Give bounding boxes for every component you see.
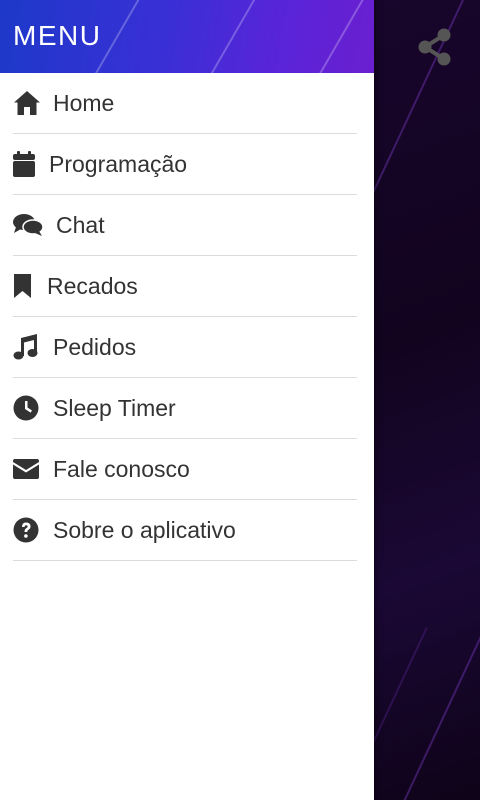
menu-item-label: Home: [53, 89, 115, 116]
clock-icon: [13, 394, 41, 422]
bookmark-icon: [13, 272, 35, 300]
menu-item-label: Programação: [49, 150, 188, 177]
share-button[interactable]: [414, 26, 456, 68]
menu-item-sleep-timer[interactable]: Sleep Timer: [13, 378, 357, 439]
drawer-header: MENU: [0, 0, 374, 73]
menu-item-chat[interactable]: Chat: [13, 195, 357, 256]
background-streak: [400, 571, 480, 800]
calendar-icon: [13, 150, 37, 178]
menu-item-home[interactable]: Home: [13, 73, 357, 134]
home-icon: [13, 89, 41, 117]
navigation-drawer: MENU Home Programação Chat Recados Pedid…: [0, 0, 374, 800]
drawer-title: MENU: [13, 20, 102, 51]
question-circle-icon: [13, 516, 41, 544]
menu-item-label: Recados: [47, 272, 138, 299]
music-note-icon: [13, 333, 41, 361]
menu-item-label: Pedidos: [53, 333, 137, 360]
app-screen: MENU Home Programação Chat Recados Pedid…: [0, 0, 480, 800]
envelope-icon: [13, 455, 41, 483]
menu-item-fale-conosco[interactable]: Fale conosco: [13, 439, 357, 500]
menu-item-pedidos[interactable]: Pedidos: [13, 317, 357, 378]
chat-icon: [13, 211, 44, 239]
menu-item-programacao[interactable]: Programação: [13, 134, 357, 195]
menu-item-label: Fale conosco: [53, 455, 190, 482]
drawer-menu: Home Programação Chat Recados Pedidos Sl…: [0, 73, 374, 561]
menu-item-sobre[interactable]: Sobre o aplicativo: [13, 500, 357, 561]
menu-item-recados[interactable]: Recados: [13, 256, 357, 317]
share-icon: [418, 28, 451, 66]
menu-item-label: Chat: [56, 211, 105, 238]
menu-item-label: Sleep Timer: [53, 394, 176, 421]
menu-item-label: Sobre o aplicativo: [53, 516, 236, 543]
